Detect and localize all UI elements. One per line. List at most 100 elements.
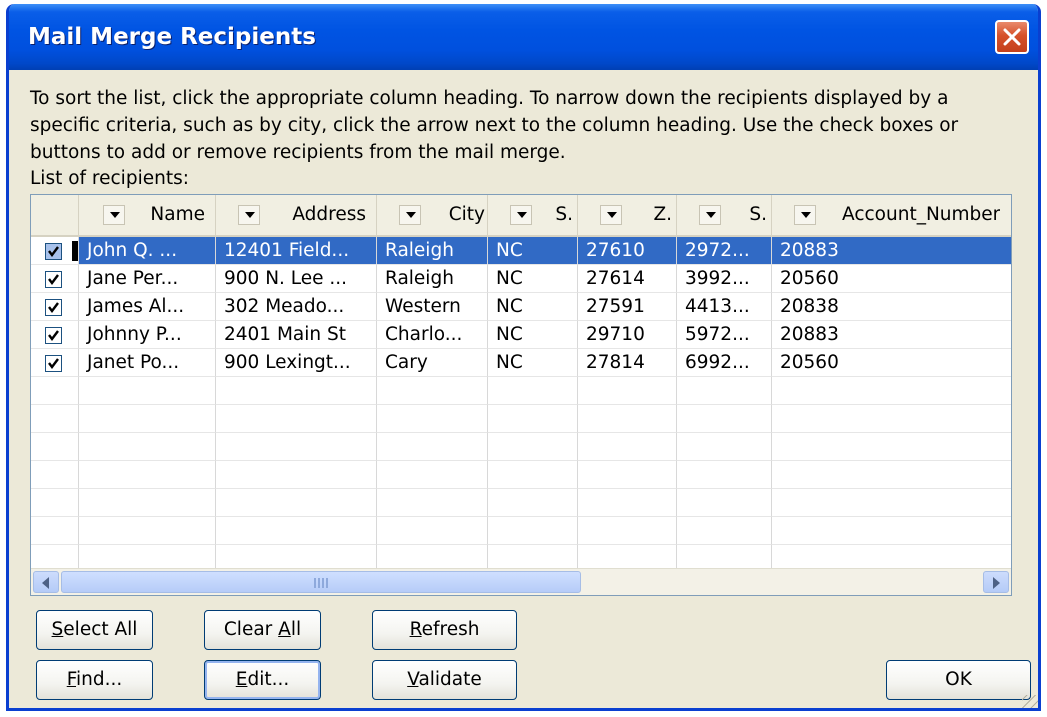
empty-cell xyxy=(216,377,377,405)
empty-cell xyxy=(772,517,1011,545)
cell-name[interactable]: Jane Per... xyxy=(79,265,216,293)
table-row[interactable]: Johnny P... 2401 Main St Charlo... NC 29… xyxy=(31,321,1011,349)
column-header-state[interactable]: S. xyxy=(488,195,578,235)
cell-zip[interactable]: 27814 xyxy=(578,349,677,377)
recipient-checkbox[interactable] xyxy=(45,327,62,344)
scroll-left-button[interactable] xyxy=(33,571,59,593)
cell-field-6[interactable]: 3992... xyxy=(677,265,772,293)
filter-arrow-icon[interactable] xyxy=(399,205,421,225)
cell-city[interactable]: Raleigh xyxy=(377,265,488,293)
column-header-account-number[interactable]: Account_Number xyxy=(772,195,1011,235)
edit-button[interactable]: Edit... xyxy=(204,660,321,700)
recipient-checkbox[interactable] xyxy=(45,243,62,260)
scrollbar-thumb[interactable] xyxy=(61,571,581,593)
cell-name[interactable]: James Al... xyxy=(79,293,216,321)
refresh-button[interactable]: Refresh xyxy=(372,610,517,650)
cell-state[interactable]: NC xyxy=(488,293,578,321)
row-checkbox-cell[interactable] xyxy=(31,265,79,293)
cell-account-number[interactable]: 20560 xyxy=(772,265,1011,293)
table-row[interactable]: James Al... 302 Meado... Western NC 2759… xyxy=(31,293,1011,321)
empty-row xyxy=(31,517,1011,545)
button-accesskey: R xyxy=(409,619,422,640)
validate-button[interactable]: Validate xyxy=(372,660,517,700)
ok-button[interactable]: OK xyxy=(886,660,1031,700)
cell-zip[interactable]: 29710 xyxy=(578,321,677,349)
row-checkbox-cell[interactable] xyxy=(31,321,79,349)
column-header-address[interactable]: Address xyxy=(216,195,377,235)
select-all-button[interactable]: Select All xyxy=(36,610,153,650)
title-bar[interactable]: Mail Merge Recipients xyxy=(9,4,1038,70)
button-accesskey: F xyxy=(66,669,77,690)
find-button[interactable]: Find... xyxy=(36,660,153,700)
cell-city[interactable]: Charlo... xyxy=(377,321,488,349)
cell-address[interactable]: 900 Lexingt... xyxy=(216,349,377,377)
row-checkbox-cell[interactable] xyxy=(31,293,79,321)
recipients-grid[interactable]: Name Address City S. Z. S. Account_Numbe… xyxy=(30,194,1012,596)
button-accesskey: S xyxy=(51,619,64,640)
cell-field-6[interactable]: 5972... xyxy=(677,321,772,349)
empty-cell xyxy=(31,433,79,461)
close-button[interactable] xyxy=(995,20,1029,54)
empty-cell xyxy=(488,433,578,461)
empty-cell xyxy=(677,489,772,517)
column-header-city[interactable]: City xyxy=(377,195,488,235)
empty-cell xyxy=(578,489,677,517)
recipient-checkbox[interactable] xyxy=(45,271,62,288)
cell-account-number[interactable]: 20883 xyxy=(772,237,1011,265)
recipient-checkbox[interactable] xyxy=(45,299,62,316)
cell-account-number[interactable]: 20883 xyxy=(772,321,1011,349)
recipient-checkbox[interactable] xyxy=(45,355,62,372)
scroll-right-button[interactable] xyxy=(983,571,1009,593)
table-row[interactable]: Jane Per... 900 N. Lee ... Raleigh NC 27… xyxy=(31,265,1011,293)
filter-arrow-icon[interactable] xyxy=(103,205,125,225)
filter-arrow-icon[interactable] xyxy=(794,205,816,225)
empty-cell xyxy=(31,461,79,489)
cell-account-number[interactable]: 20560 xyxy=(772,349,1011,377)
table-row[interactable]: John Q. ... 12401 Field... Raleigh NC 27… xyxy=(31,237,1011,265)
clear-all-button[interactable]: Clear All xyxy=(204,610,321,650)
resize-grip-icon[interactable] xyxy=(1022,695,1038,708)
filter-arrow-icon[interactable] xyxy=(238,205,260,225)
cell-name[interactable]: Johnny P... xyxy=(79,321,216,349)
cell-city[interactable]: Western xyxy=(377,293,488,321)
row-checkbox-cell[interactable] xyxy=(31,237,79,265)
filter-arrow-icon[interactable] xyxy=(600,205,622,225)
button-label-post: alidate xyxy=(418,669,482,690)
empty-row xyxy=(31,433,1011,461)
cell-field-6[interactable]: 6992... xyxy=(677,349,772,377)
horizontal-scrollbar[interactable] xyxy=(31,568,1011,595)
cell-zip[interactable]: 27614 xyxy=(578,265,677,293)
column-header-field-6[interactable]: S. xyxy=(677,195,772,235)
dialog-title: Mail Merge Recipients xyxy=(28,24,316,50)
cell-address[interactable]: 302 Meado... xyxy=(216,293,377,321)
checkmark-icon xyxy=(48,358,59,369)
empty-cell xyxy=(31,405,79,433)
cell-state[interactable]: NC xyxy=(488,265,578,293)
cell-state[interactable]: NC xyxy=(488,237,578,265)
cell-name[interactable]: John Q. ... xyxy=(79,237,216,265)
cell-field-6[interactable]: 2972... xyxy=(677,237,772,265)
empty-cell xyxy=(31,377,79,405)
cell-address[interactable]: 2401 Main St xyxy=(216,321,377,349)
empty-cell xyxy=(677,461,772,489)
cell-city[interactable]: Cary xyxy=(377,349,488,377)
column-header-zip[interactable]: Z. xyxy=(578,195,677,235)
table-row[interactable]: Janet Po... 900 Lexingt... Cary NC 27814… xyxy=(31,349,1011,377)
cell-address[interactable]: 12401 Field... xyxy=(216,237,377,265)
column-header-label: Name xyxy=(150,204,205,225)
button-label: OK xyxy=(945,669,972,690)
cell-field-6[interactable]: 4413... xyxy=(677,293,772,321)
cell-account-number[interactable]: 20838 xyxy=(772,293,1011,321)
cell-name[interactable]: Janet Po... xyxy=(79,349,216,377)
filter-arrow-icon[interactable] xyxy=(699,205,721,225)
cell-state[interactable]: NC xyxy=(488,321,578,349)
filter-arrow-icon[interactable] xyxy=(510,205,532,225)
row-checkbox-cell[interactable] xyxy=(31,349,79,377)
cell-city[interactable]: Raleigh xyxy=(377,237,488,265)
cell-zip[interactable]: 27610 xyxy=(578,237,677,265)
button-label-pre: Clear xyxy=(223,619,279,640)
cell-zip[interactable]: 27591 xyxy=(578,293,677,321)
cell-state[interactable]: NC xyxy=(488,349,578,377)
cell-address[interactable]: 900 N. Lee ... xyxy=(216,265,377,293)
column-header-name[interactable]: Name xyxy=(79,195,216,235)
